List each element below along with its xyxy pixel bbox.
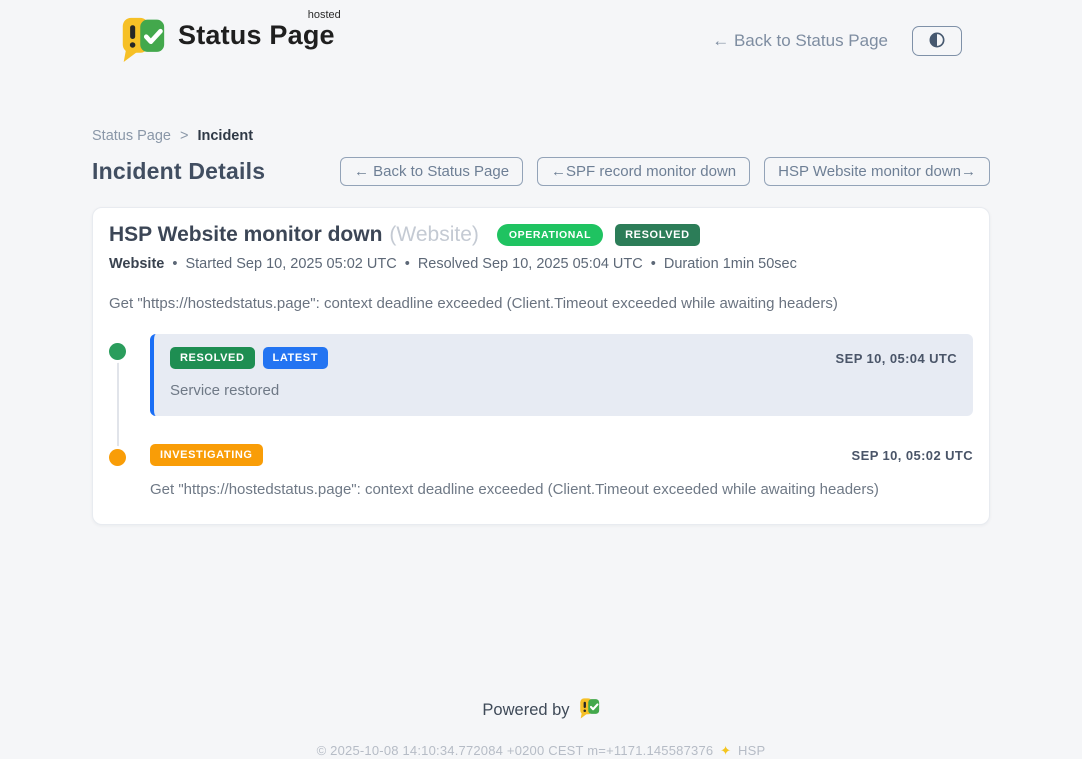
header: Status Page hosted ← Back to Status Page	[0, 0, 1082, 72]
powered-by: Powered by	[482, 697, 599, 724]
incident-title: HSP Website monitor down	[109, 223, 382, 247]
brand-superscript: hosted	[308, 9, 341, 21]
theme-toggle-button[interactable]	[912, 26, 962, 56]
timeline-resolved-badge: RESOLVED	[170, 347, 255, 369]
incident-card: HSP Website monitor down (Website) OPERA…	[92, 207, 990, 525]
title-row: Incident Details ← Back to Status Page ←…	[92, 157, 990, 186]
back-to-status-page-button[interactable]: ← Back to Status Page	[340, 157, 523, 186]
header-actions: ← Back to Status Page	[712, 26, 962, 56]
brand-text: Status Page hosted	[178, 14, 335, 51]
timeline-latest-badge: LATEST	[263, 347, 329, 369]
timeline-timestamp: SEP 10, 05:02 UTC	[852, 448, 973, 463]
timeline-highlight-box: RESOLVED LATEST SEP 10, 05:04 UTC Servic…	[150, 334, 973, 416]
prev-incident-button[interactable]: ←SPF record monitor down	[537, 157, 750, 186]
incident-title-row: HSP Website monitor down (Website) OPERA…	[109, 223, 973, 247]
brand-logo[interactable]: Status Page hosted	[120, 14, 335, 69]
incident-timeline: RESOLVED LATEST SEP 10, 05:04 UTC Servic…	[109, 334, 973, 498]
breadcrumb: Status Page > Incident	[92, 128, 990, 144]
copyright: © 2025-10-08 14:10:34.772084 +0200 CEST …	[92, 743, 990, 759]
copyright-suffix: HSP	[738, 743, 765, 758]
timeline-entry-resolved: RESOLVED LATEST SEP 10, 05:04 UTC Servic…	[109, 334, 973, 416]
footer: Powered by © 2025-10-08 14:10:34.772084 …	[92, 697, 990, 759]
brand-name: Status Page	[178, 20, 335, 50]
incident-nav-buttons: ← Back to Status Page ←SPF record monito…	[340, 157, 990, 186]
status-page-logo-icon-small[interactable]	[579, 697, 600, 724]
incident-component: (Website)	[389, 223, 478, 247]
timeline-dot-investigating	[109, 449, 126, 466]
powered-by-label: Powered by	[482, 701, 569, 720]
meta-resolved: Resolved Sep 10, 2025 05:04 UTC	[418, 256, 643, 272]
timeline-message: Get "https://hostedstatus.page": context…	[150, 481, 973, 498]
copyright-text: © 2025-10-08 14:10:34.772084 +0200 CEST …	[317, 743, 714, 758]
incident-meta: Website • Started Sep 10, 2025 05:02 UTC…	[109, 256, 973, 272]
timeline-badges: INVESTIGATING	[150, 444, 271, 466]
next-incident-button[interactable]: HSP Website monitor down→	[764, 157, 990, 186]
resolved-badge: RESOLVED	[615, 224, 700, 246]
timeline-timestamp: SEP 10, 05:04 UTC	[836, 351, 957, 366]
breadcrumb-incident: Incident	[197, 128, 253, 144]
incident-description: Get "https://hostedstatus.page": context…	[109, 295, 973, 312]
timeline-connector-line	[117, 356, 119, 454]
timeline-investigating-badge: INVESTIGATING	[150, 444, 263, 466]
timeline-badges: RESOLVED LATEST	[170, 347, 336, 369]
meta-started: Started Sep 10, 2025 05:02 UTC	[185, 256, 396, 272]
breadcrumb-status-page[interactable]: Status Page	[92, 128, 171, 144]
meta-duration: Duration 1min 50sec	[664, 256, 797, 272]
meta-component: Website	[109, 256, 164, 272]
main-content: Status Page > Incident Incident Details …	[92, 128, 990, 759]
breadcrumb-separator: >	[180, 128, 188, 144]
page-title: Incident Details	[92, 158, 265, 185]
sparkles-icon: ✦	[720, 743, 731, 758]
header-back-link[interactable]: ← Back to Status Page	[712, 31, 888, 51]
half-circle-icon	[927, 30, 947, 53]
timeline-dot-resolved	[109, 343, 126, 360]
timeline-message: Service restored	[170, 382, 957, 399]
timeline-entry-investigating: INVESTIGATING SEP 10, 05:02 UTC Get "htt…	[109, 444, 973, 498]
status-page-logo-icon	[120, 14, 166, 69]
operational-badge: OPERATIONAL	[497, 224, 603, 246]
